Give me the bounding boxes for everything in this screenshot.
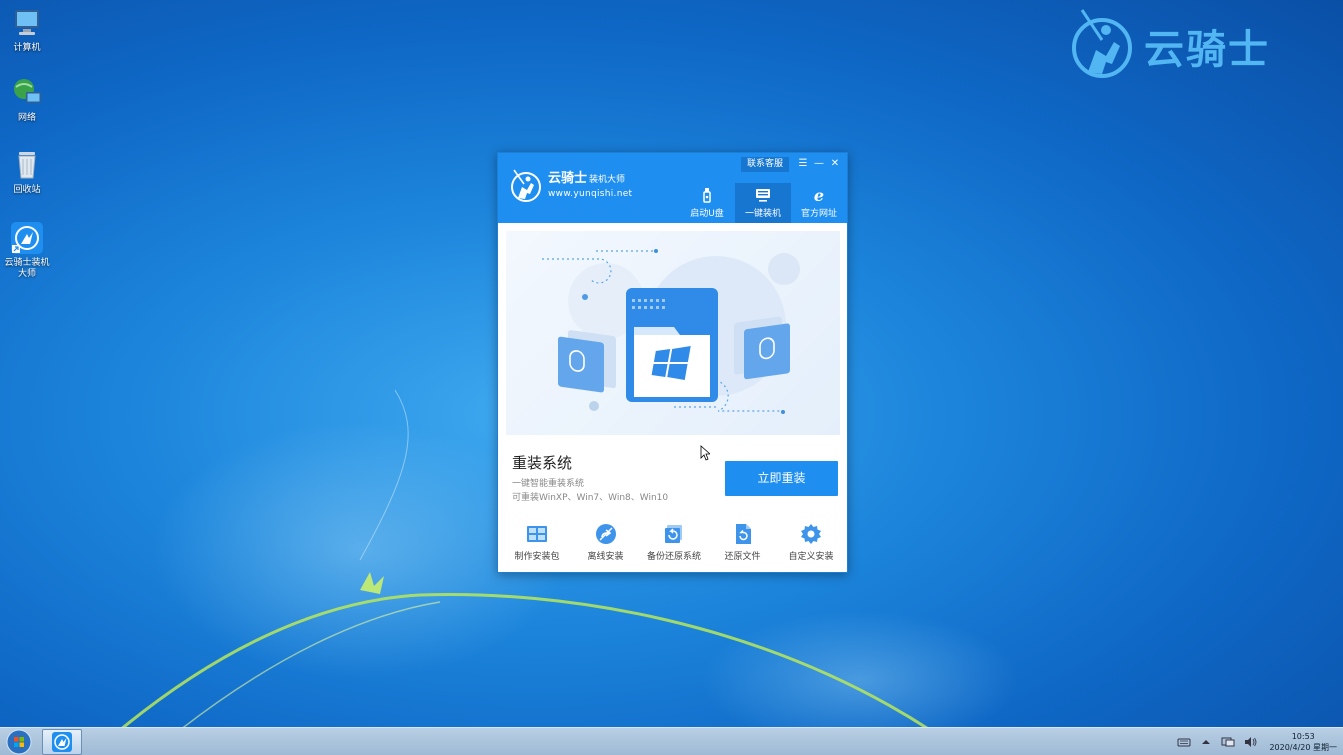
knight-logo-icon <box>1072 9 1132 78</box>
brand-text: 云骑士 <box>1144 27 1270 73</box>
tool-bar: 制作安装包 离线安装 备份还原系统 还原文件 自定义安装 <box>504 523 844 562</box>
yunqishi-app-window: 云骑士 装机大师 www.yunqishi.net 联系客服 ☰ — ✕ 启动U盘 <box>497 152 848 573</box>
tab-one-click-install[interactable]: 一键装机 <box>735 183 791 223</box>
mouse-cursor-icon <box>700 445 710 461</box>
taskbar-clock[interactable]: 10:53 2020/4/20 星期一 <box>1261 731 1343 753</box>
clock-time: 10:53 <box>1291 732 1315 741</box>
reinstall-desc-line1: 一键智能重装系统 <box>512 479 585 489</box>
tool-make-package[interactable]: 制作安装包 <box>504 523 570 562</box>
desktop-icon-label: 回收站 <box>13 185 41 195</box>
system-tray: 10:53 2020/4/20 星期一 <box>1173 728 1343 755</box>
close-icon[interactable]: ✕ <box>827 156 843 172</box>
tool-label: 还原文件 <box>724 552 761 562</box>
brand-watermark: 云骑士 <box>1068 2 1270 90</box>
yunqishi-app-icon <box>52 732 72 752</box>
logo-subtitle: 装机大师 <box>589 174 626 185</box>
hero-illustration <box>506 231 840 435</box>
app-header: 云骑士 装机大师 www.yunqishi.net 联系客服 ☰ — ✕ 启动U盘 <box>498 153 847 223</box>
computer-icon <box>15 10 39 35</box>
reinstall-desc-line2: 可重装WinXP、Win7、Win8、Win10 <box>512 493 669 503</box>
tool-label: 备份还原系统 <box>646 552 701 562</box>
network-status-icon[interactable] <box>1221 736 1235 748</box>
volume-icon[interactable] <box>1243 736 1257 748</box>
taskbar: 10:53 2020/4/20 星期一 <box>0 727 1343 755</box>
recycle-bin-icon <box>18 152 36 179</box>
restore-file-icon <box>735 524 751 544</box>
nav-tabs: 启动U盘 一键装机 e 官方网址 <box>679 183 847 223</box>
desktop-icon-computer[interactable]: 计算机 <box>2 6 52 54</box>
tool-label: 离线安装 <box>587 552 624 562</box>
app-logo: 云骑士 装机大师 www.yunqishi.net <box>508 167 632 203</box>
desktop-icon-network[interactable]: 网络 <box>2 76 52 124</box>
tab-label: 启动U盘 <box>690 209 724 219</box>
network-icon <box>14 79 41 103</box>
browser-icon: e <box>814 187 824 203</box>
logo-title: 云骑士 <box>548 170 588 186</box>
reinstall-title: 重装系统 <box>512 454 573 472</box>
monitor-icon <box>756 189 770 202</box>
start-button-icon[interactable] <box>4 729 34 755</box>
tool-backup-restore[interactable]: 备份还原系统 <box>641 523 707 562</box>
desktop-icon-label: 云骑士装机大师 <box>4 258 50 279</box>
yunqishi-app-icon <box>11 222 43 254</box>
tab-boot-usb[interactable]: 启动U盘 <box>679 183 735 223</box>
clock-date: 2020/4/20 星期一 <box>1269 743 1337 752</box>
contact-support-button[interactable]: 联系客服 <box>740 156 789 172</box>
usb-icon <box>703 188 711 203</box>
desktop-icon-label: 计算机 <box>13 43 41 53</box>
minimize-icon[interactable]: — <box>811 156 827 172</box>
tab-label: 官方网址 <box>800 209 837 219</box>
desktop-icon-label: 网络 <box>17 113 36 123</box>
knight-logo-icon <box>511 169 541 202</box>
tab-label: 一键装机 <box>744 209 781 219</box>
taskbar-item-yunqishi[interactable] <box>42 729 82 755</box>
reinstall-now-button[interactable]: 立即重装 <box>725 461 838 496</box>
tool-custom-install[interactable]: 自定义安装 <box>778 523 844 562</box>
desktop-icon-yunqishi[interactable]: 云骑士装机大师 <box>2 221 52 280</box>
svg-text:e: e <box>814 187 824 203</box>
keyboard-icon[interactable] <box>1177 736 1191 748</box>
desktop-icon-recycle-bin[interactable]: 回收站 <box>2 148 52 196</box>
windows-folder-illustration <box>542 249 800 414</box>
tab-official-site[interactable]: e 官方网址 <box>791 183 847 223</box>
package-icon <box>527 526 547 542</box>
window-controls: 联系客服 ☰ — ✕ <box>740 156 843 172</box>
show-hidden-icons-icon[interactable] <box>1199 736 1213 748</box>
reinstall-section: 重装系统 一键智能重装系统 可重装WinXP、Win7、Win8、Win10 <box>512 453 712 505</box>
tool-label: 自定义安装 <box>788 552 834 562</box>
tool-label: 制作安装包 <box>514 552 560 562</box>
logo-url: www.yunqishi.net <box>548 188 633 199</box>
backup-icon <box>665 525 682 543</box>
tool-offline-install[interactable]: 离线安装 <box>573 523 639 562</box>
offline-icon <box>595 524 616 544</box>
tool-restore-file[interactable]: 还原文件 <box>710 523 776 562</box>
custom-install-icon <box>801 524 821 544</box>
menu-icon[interactable]: ☰ <box>795 156 811 172</box>
